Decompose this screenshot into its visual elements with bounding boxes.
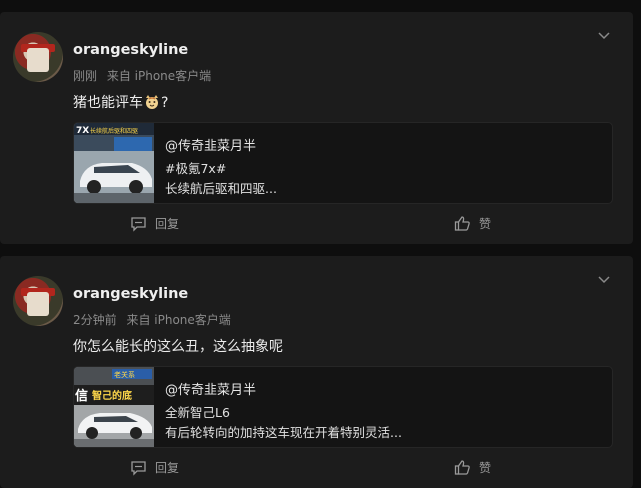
svg-text:7X: 7X (76, 126, 89, 136)
post-meta: 2分钟前 来自 iPhone客户端 (73, 311, 231, 328)
reply-button[interactable]: 回复 (130, 459, 179, 476)
svg-text:智己的底: 智己的底 (92, 389, 132, 402)
avatar[interactable] (13, 276, 63, 326)
post-time: 刚刚 (73, 69, 98, 83)
post-text: 猪也能评车 (73, 95, 143, 111)
avatar[interactable] (13, 32, 63, 82)
comment-card: orangeskyline 2分钟前 来自 iPhone客户端 你怎么能长的这么… (0, 256, 633, 488)
reply-label: 回复 (155, 461, 180, 475)
comment-card: orangeskyline 刚刚 来自 iPhone客户端 猪也能评车 ? 7X… (0, 12, 633, 244)
like-label: 赞 (479, 461, 492, 475)
comment-icon (131, 461, 146, 476)
reply-label: 回复 (155, 217, 180, 231)
action-bar: 回复 赞 (0, 456, 633, 480)
thumbs-up-icon (454, 216, 470, 231)
post-content: 你怎么能长的这么丑，这么抽象呢 (73, 339, 283, 355)
embed-hashtag[interactable]: #极氪7x# (165, 158, 226, 177)
post-meta: 刚刚 来自 iPhone客户端 (73, 67, 211, 84)
embed-excerpt: 有后轮转向的加持这车现在开着特别灵活... (165, 425, 402, 440)
post-source: 来自 iPhone客户端 (126, 313, 231, 327)
thumbs-up-icon (454, 460, 470, 475)
action-bar: 回复 赞 (0, 212, 633, 236)
post-text-suffix: ? (161, 95, 169, 111)
svg-text:长续航后驱和四驱: 长续航后驱和四驱 (90, 127, 138, 135)
embed-thumbnail: 老关系 信 智己的底 (74, 367, 154, 447)
post-content: 猪也能评车 ? (73, 92, 168, 112)
like-label: 赞 (479, 217, 492, 231)
like-button[interactable]: 赞 (454, 215, 491, 232)
post-time: 2分钟前 (73, 313, 117, 327)
avatar-face (27, 292, 49, 316)
post-source: 来自 iPhone客户端 (106, 69, 212, 83)
avatar-face (27, 48, 49, 72)
chevron-down-icon[interactable] (597, 28, 611, 42)
comment-icon (131, 217, 146, 232)
svg-text:信: 信 (75, 388, 88, 404)
embedded-post[interactable]: 老关系 信 智己的底 @传奇韭菜月半 全新智己L6 有后轮转向的加持这车现在开着… (73, 366, 613, 448)
embed-title: 全新智己L6 (165, 405, 230, 420)
embedded-post[interactable]: 7X 长续航后驱和四驱 @传奇韭菜月半 #极氪7x# 长续航后驱和四驱... (73, 122, 613, 204)
chevron-down-icon[interactable] (597, 272, 611, 286)
embed-author[interactable]: @传奇韭菜月半 (165, 135, 256, 154)
embed-excerpt: 长续航后驱和四驱... (165, 181, 277, 196)
cat-face-icon (146, 95, 158, 109)
embed-author[interactable]: @传奇韭菜月半 (165, 379, 256, 398)
username[interactable]: orangeskyline (73, 42, 188, 58)
username[interactable]: orangeskyline (73, 286, 188, 302)
top-edge (0, 0, 641, 6)
svg-text:老关系: 老关系 (114, 370, 135, 379)
reply-button[interactable]: 回复 (130, 215, 179, 232)
embed-thumbnail: 7X 长续航后驱和四驱 (74, 123, 154, 203)
like-button[interactable]: 赞 (454, 459, 491, 476)
